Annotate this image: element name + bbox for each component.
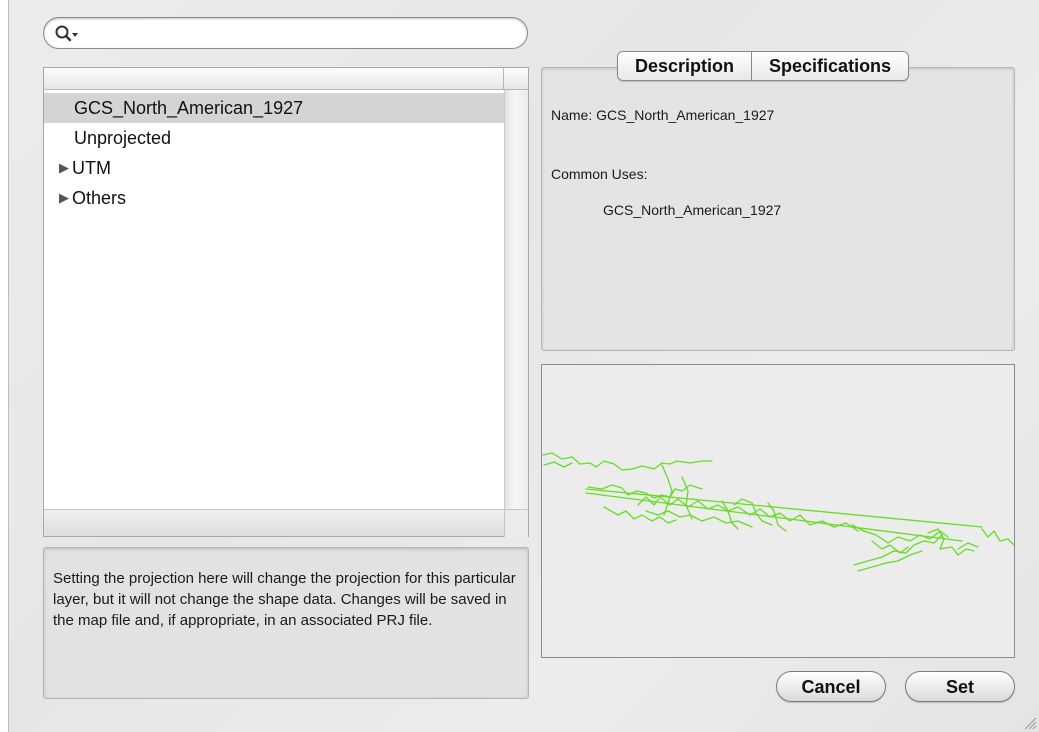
list-item-label: UTM [72, 158, 111, 178]
search-icon[interactable] [54, 24, 80, 44]
scrollbar-corner [504, 510, 528, 537]
map-line [721, 500, 739, 530]
map-line [981, 528, 1014, 546]
cancel-button[interactable]: Cancel [776, 671, 886, 702]
vertical-scrollbar[interactable] [504, 90, 528, 510]
horizontal-scrollbar[interactable] [44, 509, 528, 537]
disclosure-triangle-icon[interactable]: ▶ [59, 183, 69, 213]
projection-list[interactable]: GCS_North_American_1927 Unprojected ▶ UT… [43, 67, 529, 537]
info-box: Setting the projection here will change … [43, 547, 529, 699]
header-divider [503, 68, 504, 90]
map-line [542, 452, 713, 471]
list-item-others[interactable]: ▶ Others [44, 183, 504, 213]
list-item-unprojected[interactable]: Unprojected [44, 123, 504, 153]
resize-grip-icon[interactable] [1023, 716, 1037, 730]
set-button[interactable]: Set [905, 671, 1015, 702]
tab-bar: Description Specifications [617, 51, 910, 81]
list-item-label: Unprojected [74, 128, 172, 148]
map-preview-shapes [542, 452, 1014, 572]
map-line [871, 540, 909, 554]
map-line [543, 461, 573, 468]
map-line [585, 488, 983, 528]
map-line [957, 542, 979, 550]
tab-panel: Name: GCS_North_American_1927 Common Use… [541, 67, 1015, 351]
map-preview [541, 364, 1015, 658]
list-item-gcs-north-american-1927[interactable]: GCS_North_American_1927 [44, 93, 504, 123]
tab-description[interactable]: Description [618, 52, 752, 80]
list-item-utm[interactable]: ▶ UTM [44, 153, 504, 183]
list-column-header[interactable] [44, 68, 528, 90]
map-line [851, 524, 949, 544]
search-field[interactable] [43, 17, 528, 49]
disclosure-triangle-icon[interactable]: ▶ [59, 153, 69, 183]
common-uses-value: GCS_North_American_1927 [603, 202, 782, 218]
tab-specifications[interactable]: Specifications [751, 52, 909, 80]
name-line: Name: GCS_North_American_1927 [551, 107, 775, 123]
list-rows: GCS_North_American_1927 Unprojected ▶ UT… [44, 93, 504, 213]
search-input[interactable] [84, 22, 514, 44]
list-item-label: Others [72, 188, 127, 208]
info-text: Setting the projection here will change … [53, 570, 516, 629]
map-line [661, 464, 673, 516]
common-uses-label: Common Uses: [551, 166, 648, 182]
list-item-label: GCS_North_American_1927 [74, 98, 304, 118]
